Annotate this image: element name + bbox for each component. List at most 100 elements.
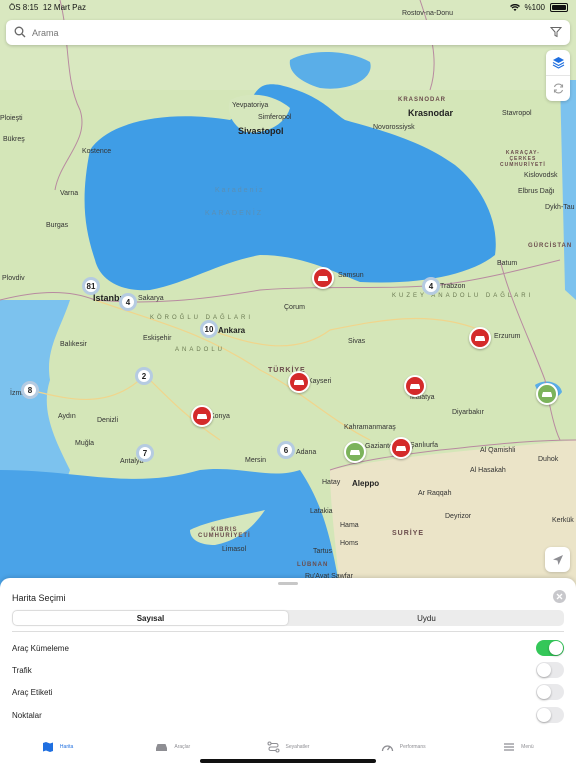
city-label: Ar Raqqah	[418, 490, 452, 497]
option-label: Noktalar	[12, 710, 42, 720]
vehicle-cluster[interactable]: 10	[200, 320, 218, 338]
option-row: Araç Etiketi	[12, 683, 564, 701]
city-label: Burgas	[46, 222, 69, 229]
city-label: Duhok	[538, 456, 559, 463]
city-label: Krasnodar	[408, 108, 454, 118]
vehicle-marker[interactable]	[469, 327, 491, 349]
city-label: Novorossiysk	[373, 124, 415, 131]
car-icon	[542, 392, 552, 397]
city-label: Sakarya	[138, 295, 164, 302]
city-label: Kayseri	[308, 378, 332, 385]
city-label: Al Qamishli	[480, 447, 516, 454]
vehicle-marker[interactable]	[390, 437, 412, 459]
option-row: Trafik	[12, 661, 564, 679]
search-icon	[14, 26, 26, 38]
location-arrow-icon	[552, 554, 563, 565]
city-label: Kahramanmaraş	[344, 424, 396, 431]
vehicle-clustering-toggle[interactable]	[536, 640, 564, 656]
layers-button[interactable]	[546, 50, 570, 75]
country-label: LÜBNAN	[297, 562, 329, 568]
vehicle-marker[interactable]	[288, 371, 310, 393]
tab-performans[interactable]: Performans	[346, 737, 461, 757]
city-label: Kostence	[82, 148, 112, 155]
traffic-toggle[interactable]	[536, 662, 564, 678]
city-label: Sivastopol	[238, 126, 284, 136]
vehicle-cluster[interactable]: 81	[82, 277, 100, 295]
search-bar[interactable]	[6, 20, 570, 45]
city-label: Diyarbakır	[452, 409, 484, 416]
search-input[interactable]	[30, 26, 534, 39]
city-label: Şanlıurfa	[410, 442, 439, 449]
status-bar: ÖS 8:15 12 Mart Paz %100	[0, 0, 576, 14]
divider	[12, 631, 564, 632]
vehicle-marker[interactable]	[404, 375, 426, 397]
locate-button[interactable]	[545, 547, 570, 572]
car-icon	[318, 276, 328, 281]
status-time: ÖS 8:15 12 Mart Paz	[9, 3, 86, 12]
mountain-label: KÖROĞLU DAĞLARI	[150, 315, 254, 321]
vehicle-cluster[interactable]: 4	[119, 293, 137, 311]
city-label: Homs	[340, 540, 359, 547]
route-icon	[267, 741, 280, 753]
country-label: KIBRIS CUMHURİYETİ	[198, 527, 251, 539]
points-toggle[interactable]	[536, 707, 564, 723]
option-label: Trafik	[12, 665, 32, 675]
region-label: KARAÇAY- ÇERKES CUMHURİYETİ	[500, 150, 546, 168]
city-label: Denizli	[97, 417, 119, 424]
sheet-title: Harita Seçimi	[12, 593, 66, 603]
map-type-segment: Sayısal Uydu	[12, 610, 564, 626]
vehicle-marker[interactable]	[344, 441, 366, 463]
sheet-grabber[interactable]	[278, 582, 298, 585]
vehicle-marker[interactable]	[312, 267, 334, 289]
vehicle-cluster[interactable]: 4	[422, 277, 440, 295]
city-label: Eskişehir	[143, 335, 172, 342]
filter-icon[interactable]	[550, 26, 562, 38]
vehicle-cluster[interactable]: 2	[135, 367, 153, 385]
city-label: Erzurum	[494, 333, 521, 340]
car-icon	[475, 336, 485, 341]
mountain-label: KUZEY ANADOLU DAĞLARI	[392, 293, 534, 299]
segment-sayisal[interactable]: Sayısal	[13, 611, 288, 625]
city-label: Bükreş	[3, 136, 25, 143]
vehicle-marker[interactable]	[191, 405, 213, 427]
car-icon	[156, 744, 168, 751]
city-label: Trabzon	[440, 283, 466, 290]
close-icon	[556, 593, 563, 600]
car-icon	[350, 450, 360, 455]
close-button[interactable]	[553, 590, 566, 603]
home-indicator	[200, 759, 376, 763]
vehicle-cluster[interactable]: 6	[277, 441, 295, 459]
map-icon	[42, 742, 53, 752]
city-label: Varna	[60, 190, 79, 197]
tab-araclar[interactable]: Araçlar	[115, 737, 230, 757]
city-label: Balıkesir	[60, 341, 87, 348]
option-row: Noktalar	[12, 706, 564, 724]
vehicle-cluster[interactable]: 7	[136, 444, 154, 462]
refresh-button[interactable]	[546, 75, 570, 101]
city-label: Kerkük	[552, 517, 574, 524]
tab-menu[interactable]: Menü	[461, 737, 576, 757]
country-label: GÜRCİSTAN	[528, 243, 573, 249]
segment-uydu[interactable]: Uydu	[289, 610, 564, 626]
city-label: Aydın	[58, 413, 76, 420]
city-label: Simferopol	[258, 114, 292, 121]
vehicle-label-toggle[interactable]	[536, 684, 564, 700]
city-label: Hama	[340, 522, 359, 529]
city-label: Ploieşti	[0, 115, 23, 122]
sea-label: Karadeniz	[215, 187, 265, 194]
city-label: Yevpatoriya	[232, 102, 269, 109]
vehicle-marker[interactable]	[536, 383, 558, 405]
map-view[interactable]: TÜRKİYE SURİYE GÜRCİSTAN KIBRIS CUMHURİY…	[0, 0, 576, 590]
tab-harita[interactable]: Harita	[0, 737, 115, 757]
map-controls	[546, 50, 570, 101]
city-label: Latakia	[310, 508, 333, 515]
vehicle-cluster[interactable]: 8	[21, 381, 39, 399]
wifi-icon	[509, 3, 520, 11]
city-label: Plovdiv	[2, 275, 25, 282]
option-label: Araç Etiketi	[12, 687, 53, 697]
city-label: Deyrizor	[445, 513, 472, 520]
sea-label: KARADENİZ	[205, 210, 264, 217]
city-label: Aleppo	[352, 479, 380, 488]
city-label: Tartus	[313, 548, 333, 555]
tab-seyahatler[interactable]: Seyahatler	[230, 737, 345, 757]
